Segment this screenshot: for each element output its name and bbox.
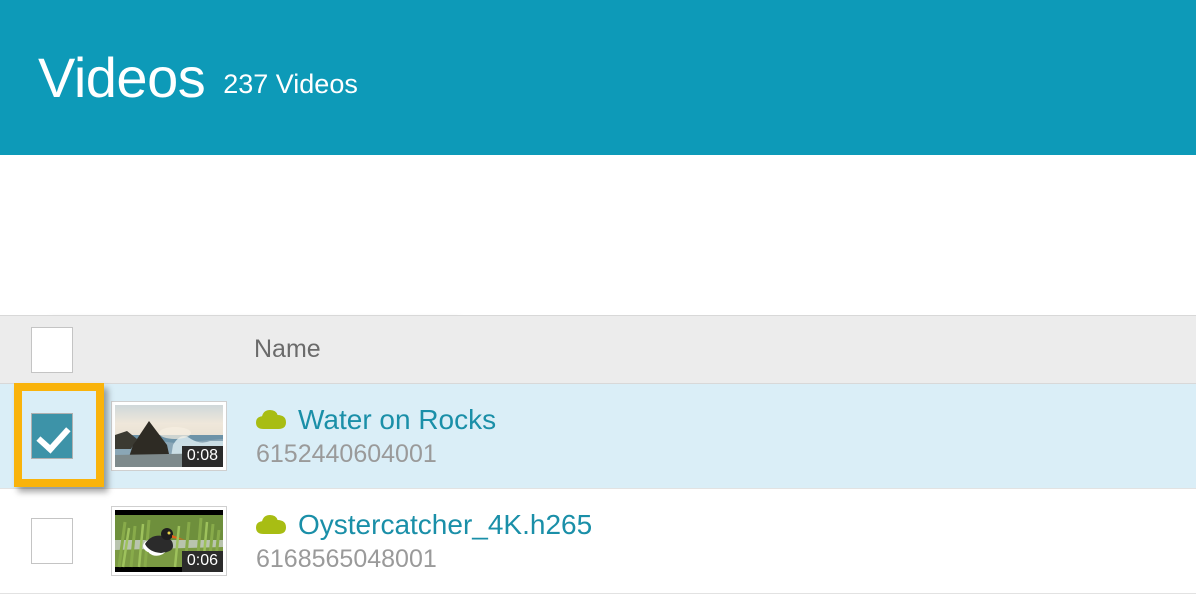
table-row[interactable]: 0:06 Oystercatcher_4K.h265 6168565048001 [0, 489, 1196, 594]
video-title-link[interactable]: Oystercatcher_4K.h265 [298, 509, 592, 541]
row-select-cell[interactable] [0, 413, 104, 459]
duration-badge: 0:08 [182, 446, 223, 467]
select-all-cell[interactable] [0, 327, 104, 373]
page-title: Videos [38, 50, 205, 106]
table-header-row: Name [0, 315, 1196, 384]
thumbnail-cell[interactable]: 0:08 [104, 402, 234, 470]
name-cell: Oystercatcher_4K.h265 6168565048001 [234, 509, 592, 574]
name-cell: Water on Rocks 6152440604001 [234, 404, 496, 469]
video-count-label: 237 Videos [223, 71, 358, 98]
thumbnail-cell[interactable]: 0:06 [104, 507, 234, 575]
table-row[interactable]: 0:08 Water on Rocks 6152440604001 [0, 384, 1196, 489]
column-header-name[interactable]: Name [104, 335, 321, 364]
row-select-cell[interactable] [0, 518, 104, 564]
select-all-checkbox[interactable] [31, 327, 73, 373]
video-id: 6152440604001 [256, 440, 496, 469]
video-id: 6168565048001 [256, 545, 592, 574]
video-thumbnail[interactable]: 0:08 [112, 402, 226, 470]
video-thumbnail[interactable]: 0:06 [112, 507, 226, 575]
video-title-link[interactable]: Water on Rocks [298, 404, 496, 436]
videos-table: Name [0, 315, 1196, 602]
row-checkbox[interactable] [31, 413, 73, 459]
action-toolbar: Publish and Embed... ▼ Quick Edit Quick … [0, 155, 1196, 315]
cloud-icon [256, 409, 286, 430]
cloud-icon [256, 514, 286, 535]
duration-badge: 0:06 [182, 551, 223, 572]
row-checkbox[interactable] [31, 518, 73, 564]
page-header: Videos 237 Videos [0, 0, 1196, 155]
